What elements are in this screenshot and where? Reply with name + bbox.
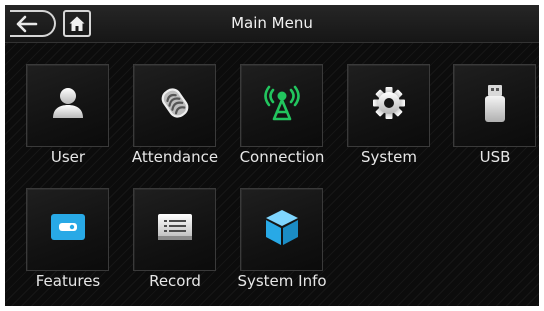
back-button[interactable] — [10, 10, 56, 37]
usb-label: USB — [479, 148, 511, 166]
connection-label: Connection — [239, 148, 325, 166]
user-tile[interactable] — [26, 64, 109, 147]
connection-tile[interactable] — [240, 64, 323, 147]
attendance-tile[interactable] — [133, 64, 216, 147]
top-bar: Main Menu — [5, 5, 539, 43]
record-tile[interactable] — [133, 188, 216, 271]
user-icon — [53, 88, 83, 118]
features-label: Features — [35, 272, 101, 290]
fingerprint-icon — [161, 88, 189, 118]
user-label: User — [50, 148, 86, 166]
features-tile[interactable] — [26, 188, 109, 271]
wireless-antenna-icon — [264, 85, 300, 121]
home-button[interactable] — [63, 10, 91, 37]
system-info-tile[interactable] — [240, 188, 323, 271]
list-icon — [158, 214, 192, 240]
home-icon — [69, 16, 85, 31]
record-label: Record — [149, 272, 201, 290]
attendance-label: Attendance — [131, 148, 219, 166]
back-arrow-icon — [16, 15, 38, 33]
system-info-label: System Info — [237, 272, 327, 290]
usb-drive-icon — [485, 85, 505, 122]
system-label: System — [361, 148, 417, 166]
gear-icon — [373, 87, 405, 119]
cube-icon — [266, 210, 298, 245]
system-tile[interactable] — [347, 64, 430, 147]
main-menu-screen: Main Menu User Attendance Connection Sys… — [5, 5, 539, 306]
card-icon — [51, 214, 85, 240]
usb-tile[interactable] — [453, 64, 536, 147]
